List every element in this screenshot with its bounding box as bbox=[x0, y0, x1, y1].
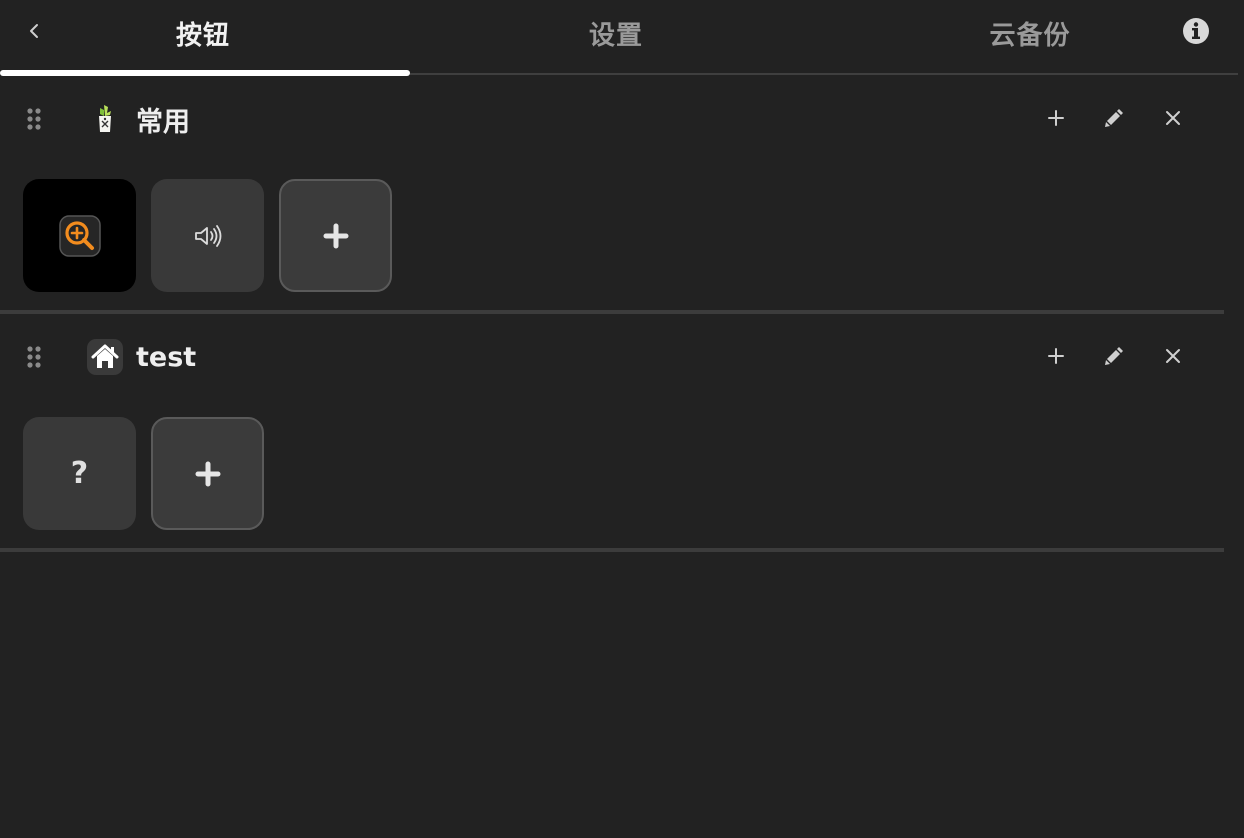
plus-icon bbox=[1048, 110, 1064, 126]
add-tile-button[interactable] bbox=[151, 417, 264, 530]
add-tile-button[interactable] bbox=[279, 179, 392, 292]
back-button[interactable] bbox=[22, 16, 48, 46]
tile-unknown[interactable]: ? bbox=[23, 417, 136, 530]
plus-icon bbox=[195, 461, 220, 486]
add-button[interactable] bbox=[1040, 340, 1072, 372]
group-header: test bbox=[0, 314, 1224, 398]
tile-zoom[interactable] bbox=[23, 179, 136, 292]
top-tab-bar: 按钮 设置 云备份 bbox=[0, 0, 1238, 76]
chevron-left-icon bbox=[30, 24, 38, 38]
button-group: test ? bbox=[0, 314, 1224, 552]
tab-settings[interactable]: 设置 bbox=[516, 10, 716, 56]
add-button[interactable] bbox=[1040, 102, 1072, 134]
tile-row: ? bbox=[23, 417, 264, 531]
delete-group-button[interactable] bbox=[1157, 102, 1189, 134]
group-logo-icon bbox=[86, 100, 124, 138]
question-icon: ? bbox=[70, 456, 89, 491]
close-icon bbox=[1166, 111, 1180, 125]
drag-handle-icon[interactable] bbox=[24, 344, 44, 370]
pencil-icon bbox=[1105, 109, 1123, 127]
button-group: 常用 bbox=[0, 76, 1224, 314]
tab-buttons[interactable]: 按钮 bbox=[103, 10, 303, 56]
plus-icon bbox=[323, 223, 348, 248]
zoom-in-icon bbox=[58, 214, 101, 257]
home-icon bbox=[86, 338, 124, 376]
group-title: test bbox=[136, 341, 197, 373]
info-icon bbox=[1183, 18, 1209, 44]
group-title: 常用 bbox=[136, 106, 190, 138]
tile-volume[interactable] bbox=[151, 179, 264, 292]
edit-button[interactable] bbox=[1098, 340, 1130, 372]
plus-icon bbox=[1048, 348, 1064, 364]
close-icon bbox=[1166, 349, 1180, 363]
group-header: 常用 bbox=[0, 76, 1224, 160]
tile-row bbox=[23, 179, 392, 293]
drag-handle-icon[interactable] bbox=[24, 106, 44, 132]
delete-group-button[interactable] bbox=[1157, 340, 1189, 372]
edit-button[interactable] bbox=[1098, 102, 1130, 134]
volume-icon bbox=[194, 224, 221, 247]
info-button[interactable] bbox=[1180, 15, 1212, 47]
group-divider bbox=[0, 548, 1224, 552]
pencil-icon bbox=[1105, 347, 1123, 365]
tab-cloud-backup[interactable]: 云备份 bbox=[930, 10, 1130, 56]
